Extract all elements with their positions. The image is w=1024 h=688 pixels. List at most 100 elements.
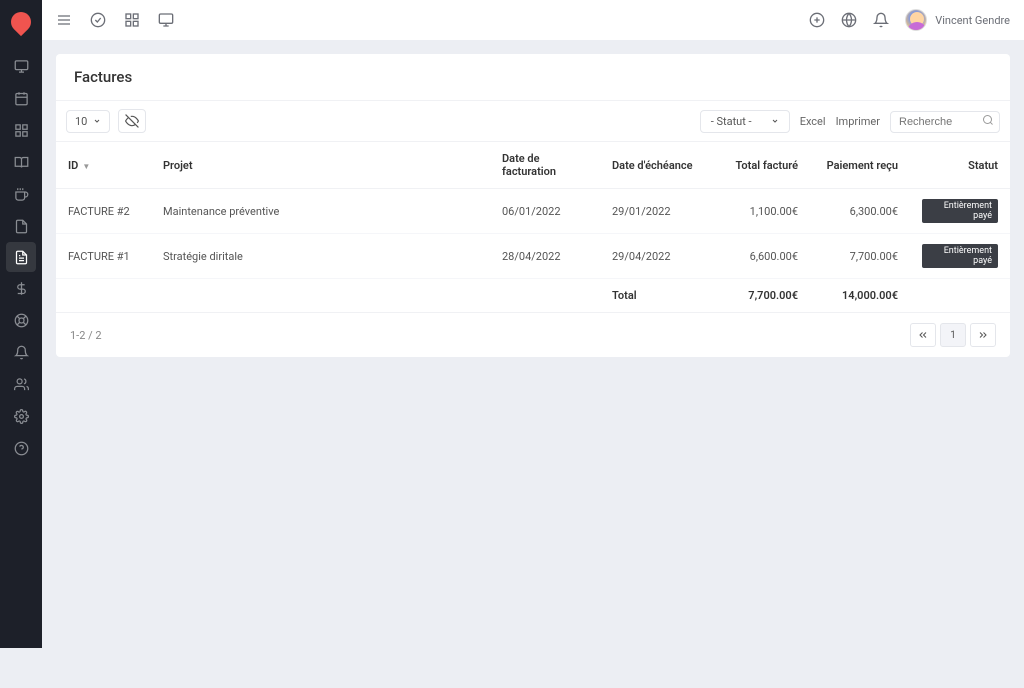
table-footer-row: Total 7,700.00€ 14,000.00€ [56, 279, 1010, 313]
dollar-icon [14, 281, 29, 296]
range-label: 1-2 / 2 [70, 329, 102, 342]
cell-projet: Maintenance préventive [151, 189, 490, 234]
status-badge: Entièrement payé [922, 199, 998, 223]
book-icon [14, 155, 29, 170]
col-date-fact[interactable]: Date de facturation [490, 142, 600, 189]
globe-icon [841, 12, 857, 28]
user-name: Vincent Gendre [935, 14, 1010, 27]
monitor-icon [158, 12, 174, 28]
pager-first[interactable] [910, 323, 936, 347]
coffee-icon [14, 187, 29, 202]
pager-page[interactable]: 1 [940, 323, 966, 347]
sidebar-item-settings[interactable] [0, 400, 42, 432]
cell-date-fact: 06/01/2022 [490, 189, 600, 234]
cell-statut: Entièrement payé [910, 189, 1010, 234]
chevrons-right-icon [977, 329, 989, 341]
sidebar-item-apps[interactable] [0, 114, 42, 146]
grid-button[interactable] [124, 12, 140, 28]
footer-paiement: 14,000.00€ [810, 279, 910, 313]
bell-icon [14, 345, 29, 360]
sidebar-item-finance[interactable] [0, 272, 42, 304]
sidebar-item-dashboard[interactable] [0, 50, 42, 82]
sidebar-item-notifications[interactable] [0, 336, 42, 368]
visibility-toggle[interactable] [118, 109, 146, 133]
page-size-select[interactable]: 10 [66, 110, 110, 133]
menu-icon [56, 12, 72, 28]
sidebar-item-book[interactable] [0, 146, 42, 178]
eye-off-icon [125, 114, 139, 128]
cell-date-fact: 28/04/2022 [490, 234, 600, 279]
grid-icon [14, 123, 29, 138]
cell-id: FACTURE #1 [56, 234, 151, 279]
card-footer: 1-2 / 2 1 [56, 313, 1010, 357]
search-icon [982, 114, 994, 126]
cell-id: FACTURE #2 [56, 189, 151, 234]
sidebar-item-calendar[interactable] [0, 82, 42, 114]
col-paiement[interactable]: Paiement reçu [810, 142, 910, 189]
sidebar-item-support[interactable] [0, 304, 42, 336]
cell-paiement: 7,700.00€ [810, 234, 910, 279]
file-icon [14, 219, 29, 234]
page-size-value: 10 [75, 115, 87, 128]
users-icon [14, 377, 29, 392]
card-factures: Factures 10 - Statut - Excel Imprimer [56, 54, 1010, 357]
pager: 1 [910, 323, 996, 347]
export-excel[interactable]: Excel [800, 115, 826, 128]
desktop-button[interactable] [158, 12, 174, 28]
notifications-button[interactable] [873, 12, 889, 28]
pager-last[interactable] [970, 323, 996, 347]
user-menu[interactable]: Vincent Gendre [905, 9, 1010, 31]
cell-projet: Stratégie diritale [151, 234, 490, 279]
toolbar: 10 - Statut - Excel Imprimer [56, 100, 1010, 142]
calendar-icon [14, 91, 29, 106]
gear-icon [14, 409, 29, 424]
table-row[interactable]: FACTURE #2 Maintenance préventive 06/01/… [56, 189, 1010, 234]
cell-date-eche: 29/04/2022 [600, 234, 710, 279]
col-date-eche[interactable]: Date d'échéance [600, 142, 710, 189]
app-logo [7, 8, 35, 36]
sidebar [0, 0, 42, 648]
menu-toggle[interactable] [56, 12, 72, 28]
file-text-icon [14, 250, 29, 265]
col-total[interactable]: Total facturé [710, 142, 810, 189]
cell-statut: Entièrement payé [910, 234, 1010, 279]
col-id[interactable]: ID▼ [56, 142, 151, 189]
cell-total: 6,600.00€ [710, 234, 810, 279]
status-badge: Entièrement payé [922, 244, 998, 268]
lifebuoy-icon [14, 313, 29, 328]
footer-total: 7,700.00€ [710, 279, 810, 313]
sidebar-item-users[interactable] [0, 368, 42, 400]
help-icon [14, 441, 29, 456]
sidebar-item-coffee[interactable] [0, 178, 42, 210]
search-box [890, 110, 1000, 133]
plus-circle-icon [809, 12, 825, 28]
check-circle-icon [90, 12, 106, 28]
main: Factures 10 - Statut - Excel Imprimer [42, 40, 1024, 371]
add-button[interactable] [809, 12, 825, 28]
tasks-button[interactable] [90, 12, 106, 28]
topbar: Vincent Gendre [42, 0, 1024, 40]
cell-paiement: 6,300.00€ [810, 189, 910, 234]
footer-label: Total [600, 279, 710, 313]
chevron-down-icon [93, 117, 101, 125]
col-projet[interactable]: Projet [151, 142, 490, 189]
monitor-icon [14, 59, 29, 74]
factures-table: ID▼ Projet Date de facturation Date d'éc… [56, 142, 1010, 313]
chevron-down-icon [771, 117, 779, 125]
table-row[interactable]: FACTURE #1 Stratégie diritale 28/04/2022… [56, 234, 1010, 279]
col-statut[interactable]: Statut [910, 142, 1010, 189]
statut-label: - Statut - [711, 115, 752, 128]
sidebar-item-help[interactable] [0, 432, 42, 464]
language-button[interactable] [841, 12, 857, 28]
statut-filter[interactable]: - Statut - [700, 110, 790, 133]
page-title: Factures [56, 54, 1010, 100]
sidebar-item-file[interactable] [0, 210, 42, 242]
print-button[interactable]: Imprimer [836, 115, 880, 128]
grid-icon [124, 12, 140, 28]
sidebar-item-factures[interactable] [6, 242, 36, 272]
cell-date-eche: 29/01/2022 [600, 189, 710, 234]
avatar [905, 9, 927, 31]
sort-desc-icon: ▼ [82, 162, 90, 171]
chevrons-left-icon [917, 329, 929, 341]
cell-total: 1,100.00€ [710, 189, 810, 234]
